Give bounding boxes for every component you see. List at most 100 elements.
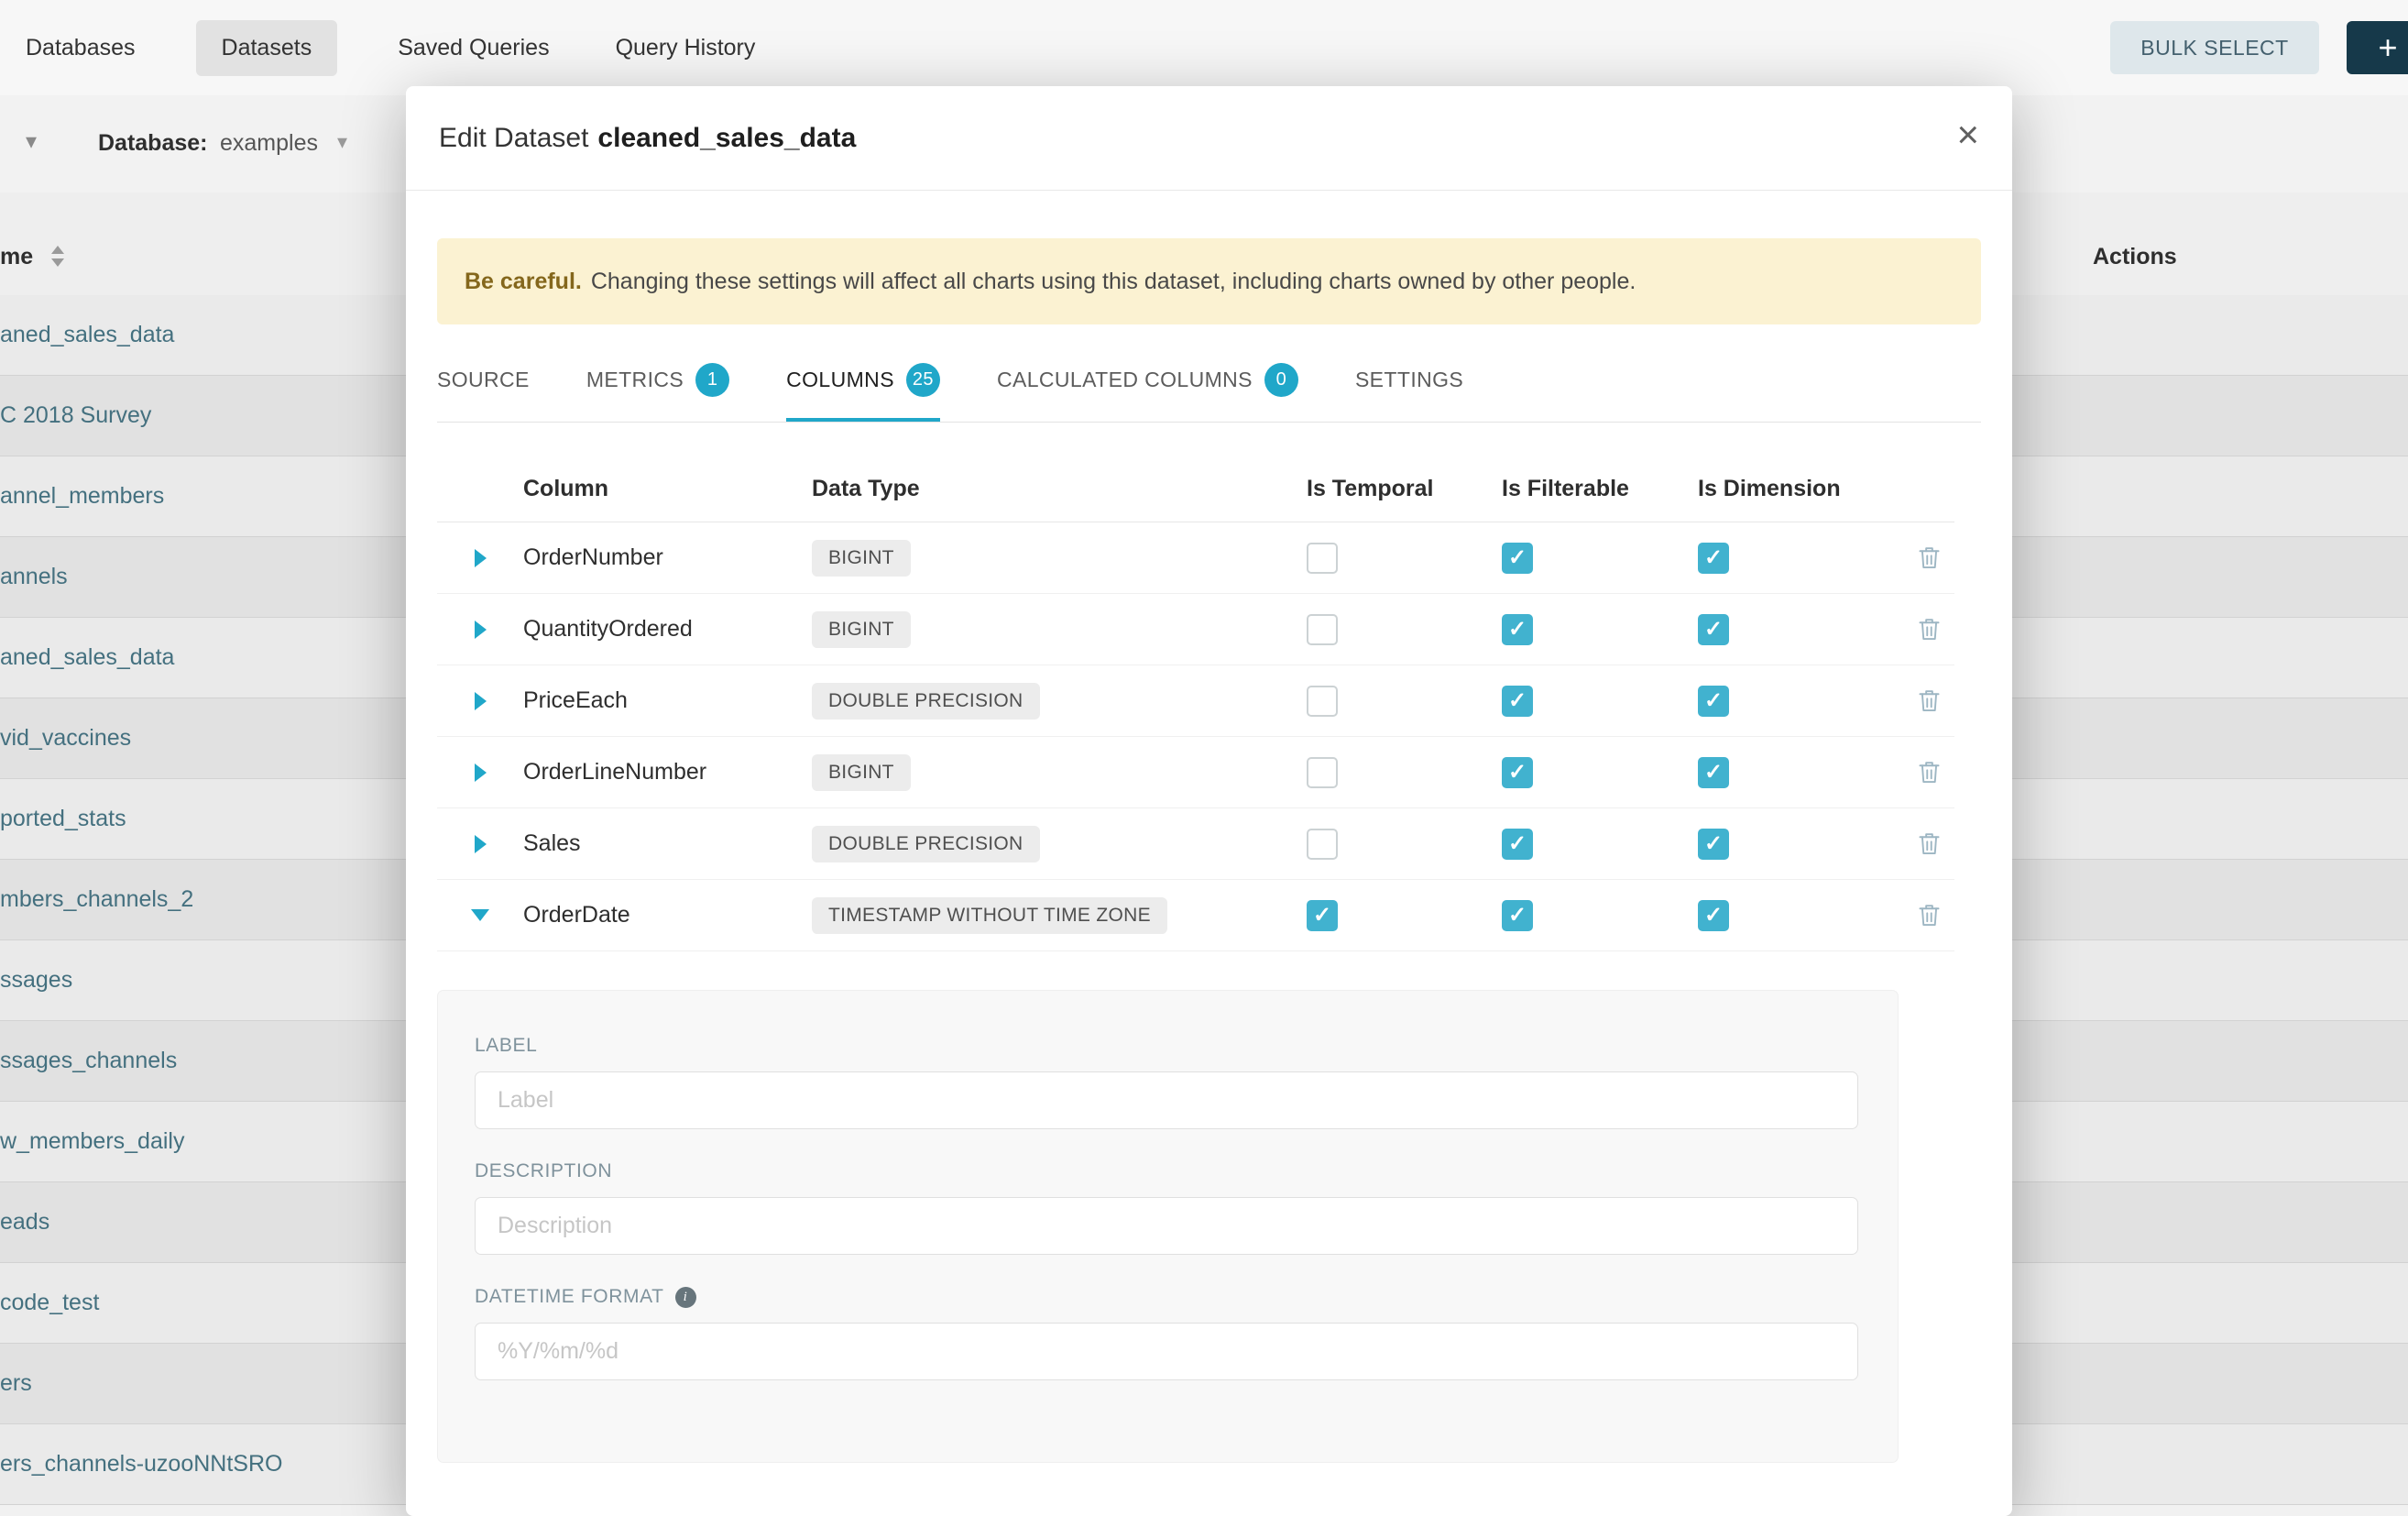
tab[interactable]: METRICS 1	[586, 324, 729, 422]
delete-icon[interactable]	[1917, 830, 1942, 857]
dataset-link[interactable]: code_test	[0, 1290, 99, 1316]
column-name: OrderNumber	[523, 544, 812, 571]
dataset-link[interactable]: vid_vaccines	[0, 725, 131, 752]
tab-label: SOURCE	[437, 368, 530, 392]
expand-caret-icon[interactable]	[475, 692, 487, 710]
database-filter-value[interactable]: examples	[220, 130, 318, 157]
is-temporal-checkbox[interactable]	[1307, 900, 1338, 931]
is-filterable-checkbox[interactable]	[1502, 829, 1533, 860]
dataset-link[interactable]: annels	[0, 564, 68, 590]
label-field-group: LABEL	[475, 1035, 1898, 1129]
is-temporal-checkbox[interactable]	[1307, 686, 1338, 717]
expand-caret-icon[interactable]	[475, 763, 487, 782]
modal-tabs: SOURCE METRICS 1 COLUMNS 25 CALCULATED C…	[437, 324, 1981, 423]
columns-table-rows: OrderNumber BIGINT	[437, 522, 1981, 951]
tab-label: METRICS	[586, 368, 684, 392]
dataset-link[interactable]: aned_sales_data	[0, 644, 174, 671]
expand-caret-icon[interactable]	[471, 909, 489, 921]
is-filterable-checkbox[interactable]	[1502, 614, 1533, 645]
is-dimension-checkbox[interactable]	[1698, 614, 1729, 645]
tab-label: SETTINGS	[1355, 368, 1463, 392]
nav-tab[interactable]: Databases	[20, 20, 141, 76]
info-icon[interactable]: i	[675, 1287, 696, 1308]
modal-title-dataset-name: cleaned_sales_data	[597, 123, 856, 153]
is-dimension-checkbox[interactable]	[1698, 829, 1729, 860]
dataset-link[interactable]: ers_channels-uzooNNtSRO	[0, 1451, 282, 1478]
actions-column-header: Actions	[2093, 244, 2177, 270]
is-dimension-checkbox[interactable]	[1698, 900, 1729, 931]
delete-icon[interactable]	[1917, 902, 1942, 928]
is-temporal-checkbox[interactable]	[1307, 757, 1338, 788]
is-filterable-checkbox[interactable]	[1502, 900, 1533, 931]
expand-caret-icon[interactable]	[475, 621, 487, 639]
datetime-format-input[interactable]	[475, 1323, 1858, 1380]
tab[interactable]: COLUMNS 25	[786, 324, 940, 422]
expand-caret-icon[interactable]	[475, 549, 487, 567]
top-nav: Databases Datasets Saved Queries Query H…	[0, 0, 2408, 95]
dataset-link[interactable]: ssages_channels	[0, 1048, 177, 1074]
dataset-link[interactable]: eads	[0, 1209, 49, 1236]
column-row: PriceEach DOUBLE PRECISION	[437, 665, 1954, 737]
nav-tab[interactable]: Datasets	[196, 20, 338, 76]
delete-icon[interactable]	[1917, 759, 1942, 785]
nav-tab-label: Query History	[616, 35, 756, 60]
tab[interactable]: CALCULATED COLUMNS 0	[997, 324, 1298, 422]
add-dataset-button[interactable]: +	[2347, 21, 2408, 74]
tab[interactable]: SOURCE	[437, 324, 530, 422]
data-type-header: Data Type	[812, 476, 1307, 502]
dataset-link[interactable]: mbers_channels_2	[0, 886, 193, 913]
sort-icon[interactable]	[51, 246, 64, 267]
is-filterable-checkbox[interactable]	[1502, 686, 1533, 717]
nav-tab[interactable]: Query History	[610, 20, 761, 76]
column-name: OrderLineNumber	[523, 759, 812, 785]
delete-icon[interactable]	[1917, 544, 1942, 571]
dataset-link[interactable]: ssages	[0, 967, 72, 994]
dataset-link[interactable]: annel_members	[0, 483, 164, 510]
is-filterable-header: Is Filterable	[1502, 476, 1698, 502]
label-input[interactable]	[475, 1071, 1858, 1129]
chevron-down-icon[interactable]: ▾	[337, 130, 347, 154]
warning-text: Changing these settings will affect all …	[591, 269, 1636, 295]
data-type-pill: BIGINT	[812, 754, 911, 791]
bulk-select-button[interactable]: BULK SELECT	[2110, 21, 2319, 74]
modal-title-prefix: Edit Dataset	[439, 123, 588, 153]
is-temporal-checkbox[interactable]	[1307, 829, 1338, 860]
is-dimension-checkbox[interactable]	[1698, 757, 1729, 788]
column-name: Sales	[523, 830, 812, 857]
dataset-link[interactable]: aned_sales_data	[0, 322, 174, 348]
is-temporal-checkbox[interactable]	[1307, 543, 1338, 574]
is-dimension-checkbox[interactable]	[1698, 686, 1729, 717]
nav-tab-label: Saved Queries	[398, 35, 549, 60]
dataset-link[interactable]: C 2018 Survey	[0, 402, 151, 429]
description-input[interactable]	[475, 1197, 1858, 1255]
dataset-link[interactable]: w_members_daily	[0, 1128, 184, 1155]
chevron-down-icon[interactable]: ▾	[26, 128, 37, 155]
data-type-pill: BIGINT	[812, 611, 911, 648]
data-type-pill: TIMESTAMP WITHOUT TIME ZONE	[812, 897, 1167, 934]
nav-tab-label: Datasets	[222, 35, 312, 60]
label-field-label: LABEL	[475, 1035, 1898, 1057]
dataset-link[interactable]: ported_stats	[0, 806, 126, 832]
is-dimension-header: Is Dimension	[1698, 476, 1903, 502]
modal-header: Edit Dataset cleaned_sales_data ×	[406, 86, 2012, 191]
close-icon[interactable]: ×	[1956, 115, 1979, 154]
is-temporal-header: Is Temporal	[1307, 476, 1502, 502]
is-filterable-checkbox[interactable]	[1502, 757, 1533, 788]
is-filterable-checkbox[interactable]	[1502, 543, 1533, 574]
plus-icon: +	[2378, 28, 2397, 67]
nav-tab[interactable]: Saved Queries	[392, 20, 554, 76]
delete-icon[interactable]	[1917, 687, 1942, 714]
column-row: OrderLineNumber BIGINT	[437, 737, 1954, 808]
data-type-pill: DOUBLE PRECISION	[812, 683, 1040, 720]
delete-icon[interactable]	[1917, 616, 1942, 643]
is-temporal-checkbox[interactable]	[1307, 614, 1338, 645]
column-header: Column	[523, 476, 812, 502]
is-dimension-checkbox[interactable]	[1698, 543, 1729, 574]
dataset-link[interactable]: ers	[0, 1370, 32, 1397]
tab[interactable]: SETTINGS	[1355, 324, 1463, 422]
columns-table-header: Column Data Type Is Temporal Is Filterab…	[437, 456, 1954, 522]
tab-label: CALCULATED COLUMNS	[997, 368, 1253, 392]
description-field-label: DESCRIPTION	[475, 1160, 1898, 1182]
expand-caret-icon[interactable]	[475, 835, 487, 853]
description-field-group: DESCRIPTION	[475, 1160, 1898, 1255]
